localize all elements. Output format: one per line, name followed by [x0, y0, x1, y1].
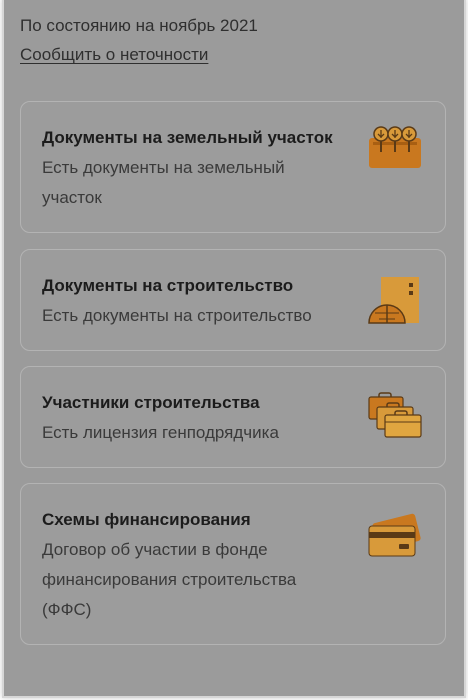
- card-title: Участники строительства: [42, 393, 260, 412]
- payment-cards-icon: [365, 512, 425, 562]
- app-screen: По состоянию на ноябрь 2021 Сообщить о н…: [4, 0, 464, 696]
- card-construction-participants[interactable]: Участники строительства Есть лицензия ге…: [20, 366, 446, 468]
- card-description: Есть документы на строительство: [42, 306, 312, 325]
- card-title: Схемы финансирования: [42, 510, 251, 529]
- data-as-of-text: По состоянию на ноябрь 2021: [20, 16, 258, 35]
- card-land-documents[interactable]: Документы на земельный участок Есть доку…: [20, 101, 446, 233]
- card-title: Документы на строительство: [42, 276, 294, 295]
- land-plot-icon: [365, 124, 425, 174]
- card-description: Есть документы на земельный участок: [42, 158, 285, 207]
- card-description: Есть лицензия генподрядчика: [42, 423, 279, 442]
- card-description: Договор об участии в фонде финансировани…: [42, 540, 297, 619]
- card-financing-schemes[interactable]: Схемы финансирования Договор об участии …: [20, 483, 446, 645]
- construction-documents-icon: [365, 275, 425, 325]
- report-inaccuracy-link[interactable]: Сообщить о неточности: [20, 45, 208, 65]
- card-construction-documents[interactable]: Документы на строительство Есть документ…: [20, 249, 446, 351]
- card-title: Документы на земельный участок: [42, 128, 333, 147]
- briefcases-icon: [365, 389, 425, 439]
